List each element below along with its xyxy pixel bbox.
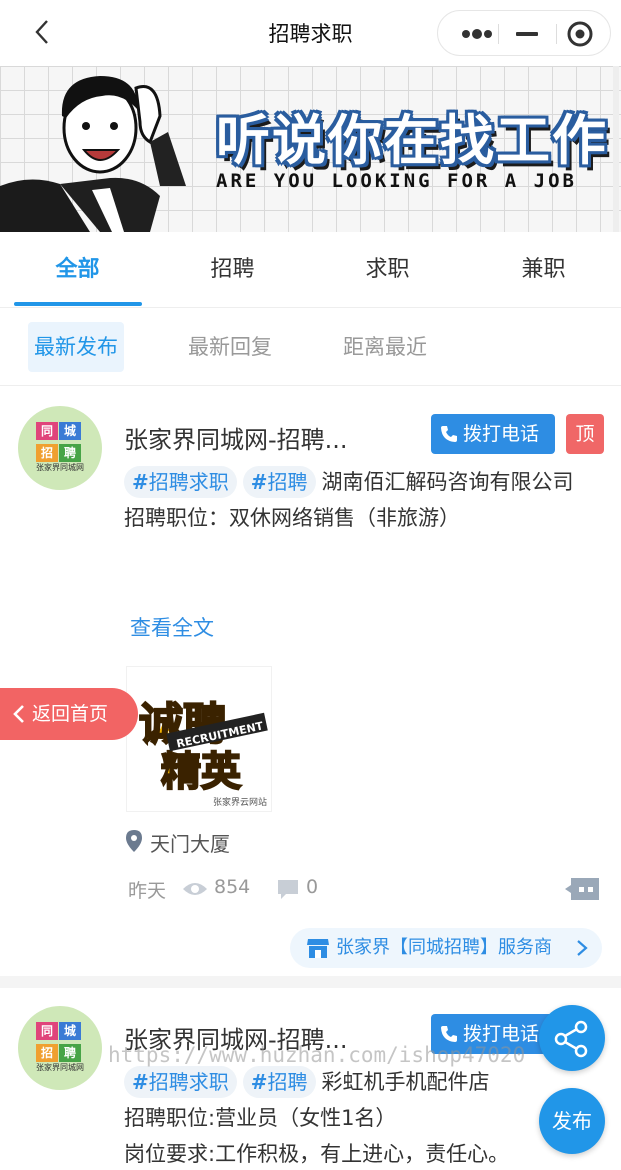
comment-icon [278,880,298,899]
sort-latest-replied[interactable]: 最新回复 [182,322,278,372]
phone-icon [441,1026,457,1042]
hashtag-label: 招聘 [267,470,308,494]
navbar: 招聘求职 [0,0,621,66]
tab-job-seeking[interactable]: 求职 [310,232,465,308]
tab-all[interactable]: 全部 [0,232,155,308]
close-capsule-icon[interactable] [558,11,610,57]
job-position: 招聘职位：双休网络销售（非旅游） [124,506,460,530]
post-time: 昨天 [128,880,167,902]
post-title[interactable]: 张家界同城网-招聘... [124,1020,414,1055]
avatar-cell: 招 [36,444,58,462]
hashtag-chip[interactable]: #招聘求职 [124,466,237,498]
hashtag-label: 招聘 [267,1070,308,1094]
avatar-cell: 城 [59,422,81,440]
avatar-cell: 同 [36,1022,58,1040]
avatar[interactable]: 同城招聘 张家界同城网 [18,1006,102,1090]
chevron-right-icon [577,940,588,956]
post-image[interactable]: 诚聘 精英 RECRUITMENT 张家界云网站 [126,666,272,812]
image-line2-text: 精英 [161,749,242,795]
company-name: 湖南佰汇解码咨询有限公司 [321,470,574,494]
avatar[interactable]: 同城招聘 张家界同城网 [18,406,102,490]
avatar-caption: 张家界同城网 [36,1063,84,1072]
image-caption-text: 张家界云网站 [213,796,267,808]
back-to-home-label: 返回首页 [32,703,109,725]
banner-scrollbar [613,66,619,232]
eye-icon [183,883,207,895]
service-provider-label: 张家界【同城招聘】服务商 [336,937,552,958]
hashtag-chip[interactable]: #招聘 [242,1066,316,1098]
tab-recruit[interactable]: 招聘 [155,232,310,308]
phone-icon [441,426,457,442]
avatar-cell: 城 [59,1022,81,1040]
tab-part-time[interactable]: 兼职 [466,232,621,308]
location-pin-icon [126,830,142,852]
banner-man-illustration [0,76,186,232]
location-text: 天门大厦 [150,832,230,856]
hashtag-label: 招聘求职 [148,470,229,494]
category-tabs: 全部 招聘 求职 兼职 [0,232,621,308]
publish-button[interactable]: 发布 [539,1088,605,1154]
chevron-left-icon [13,705,24,723]
job-requirement: 岗位要求:工作积极，有上进心，责任心。 [124,1142,510,1166]
call-button[interactable]: 拨打电话 [431,1014,555,1054]
avatar-caption: 张家界同城网 [36,463,84,472]
sort-latest-posted[interactable]: 最新发布 [28,322,124,372]
hashtag-chip[interactable]: #招聘 [242,466,316,498]
back-to-home-button[interactable]: 返回首页 [0,688,138,740]
post-content: #招聘求职 #招聘 湖南佰汇解码咨询有限公司 招聘职位：双休网络销售（非旅游） [124,464,594,536]
service-provider-link[interactable]: 张家界【同城招聘】服务商 [290,928,602,968]
avatar-cell: 聘 [59,444,81,462]
hashtag-chip[interactable]: #招聘求职 [124,1066,237,1098]
sort-bar: 最新发布 最新回复 距离最近 [0,308,621,386]
more-options-icon[interactable] [565,876,601,902]
post-divider [0,976,621,988]
banner[interactable]: 听说你在找工作 ARE YOU LOOKING FOR A JOB [0,66,621,232]
post-content: #招聘求职 #招聘 彩虹机手机配件店 招聘职位:营业员（女性1名） 岗位要求:工作积… [124,1064,594,1170]
minimize-icon[interactable] [500,11,552,57]
share-button[interactable] [539,1005,605,1071]
share-icon [554,1020,588,1058]
view-full-text-link[interactable]: 查看全文 [130,612,214,642]
company-name: 彩虹机手机配件店 [321,1070,490,1094]
sort-nearest[interactable]: 距离最近 [337,322,433,372]
banner-subtitle: ARE YOU LOOKING FOR A JOB [216,170,577,192]
avatar-cell: 招 [36,1044,58,1062]
pinned-badge: 顶 [566,414,604,454]
avatar-cell: 同 [36,422,58,440]
mini-program-capsule [437,10,611,56]
post-title[interactable]: 张家界同城网-招聘... [124,420,414,455]
call-button-label: 拨打电话 [463,1023,540,1045]
call-button[interactable]: 拨打电话 [431,414,555,454]
call-button-label: 拨打电话 [463,423,540,445]
hashtag-label: 招聘求职 [148,1070,229,1094]
tab-indicator [14,302,142,306]
job-position: 招聘职位:营业员（女性1名） [124,1106,397,1130]
view-count: 854 [214,876,251,898]
avatar-cell: 聘 [59,1044,81,1062]
comment-count: 0 [306,876,319,898]
banner-title: 听说你在找工作 [216,109,608,172]
shop-icon [307,939,329,958]
